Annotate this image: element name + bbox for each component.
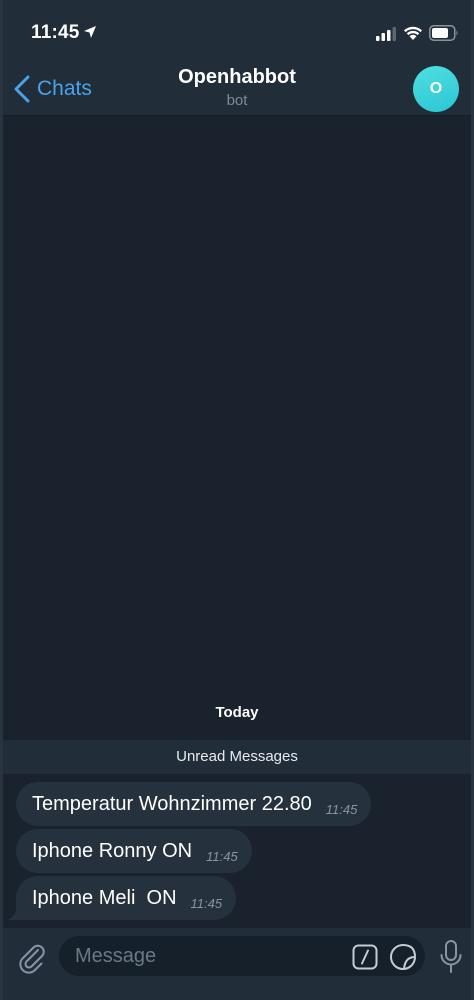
message-bubble[interactable]: Iphone Meli ON 11:45 (16, 876, 237, 920)
chat-title-block[interactable]: Openhabbot bot (3, 66, 471, 109)
chat-subtitle: bot (226, 92, 248, 109)
date-separator: Today (3, 704, 471, 722)
chat-title: Openhabbot (178, 66, 296, 88)
message-time: 11:45 (325, 801, 358, 817)
telegram-chat-screen: 11:45 Chats Openhabbot bot O Today Unrea… (0, 0, 474, 1000)
message-bubble[interactable]: Iphone Ronny ON 11:45 (16, 829, 252, 873)
message-bubble[interactable]: Temperatur Wohnzimmer 22.80 11:45 (16, 782, 372, 826)
avatar-initial: O (429, 80, 443, 97)
wifi-icon (404, 26, 422, 40)
bot-command-icon[interactable] (352, 944, 378, 970)
unread-messages-bar: Unread Messages (3, 740, 471, 774)
message-list[interactable]: Today Unread Messages Temperatur Wohnzim… (3, 116, 471, 928)
unread-label: Unread Messages (176, 748, 298, 765)
sticker-icon[interactable] (389, 943, 417, 971)
status-time: 11:45 (31, 22, 80, 43)
microphone-icon[interactable] (439, 939, 463, 975)
message-text: Temperatur Wohnzimmer 22.80 (32, 792, 312, 815)
status-bar: 11:45 (3, 0, 471, 62)
message-placeholder: Message (75, 944, 157, 967)
signal-icon (376, 27, 396, 41)
message-time: 11:45 (206, 848, 238, 864)
chat-header: Chats Openhabbot bot O (3, 62, 471, 116)
message-text: Iphone Ronny ON (32, 839, 193, 862)
message-time: 11:45 (190, 895, 223, 911)
message-text: Iphone Meli ON (32, 886, 177, 909)
battery-icon (429, 25, 458, 41)
date-label: Today (215, 704, 259, 721)
bubble-tail (7, 906, 25, 920)
message-input-bar: Message (3, 928, 471, 1000)
location-arrow-icon (84, 26, 96, 38)
avatar[interactable]: O (413, 66, 459, 112)
paperclip-icon[interactable] (17, 940, 47, 976)
